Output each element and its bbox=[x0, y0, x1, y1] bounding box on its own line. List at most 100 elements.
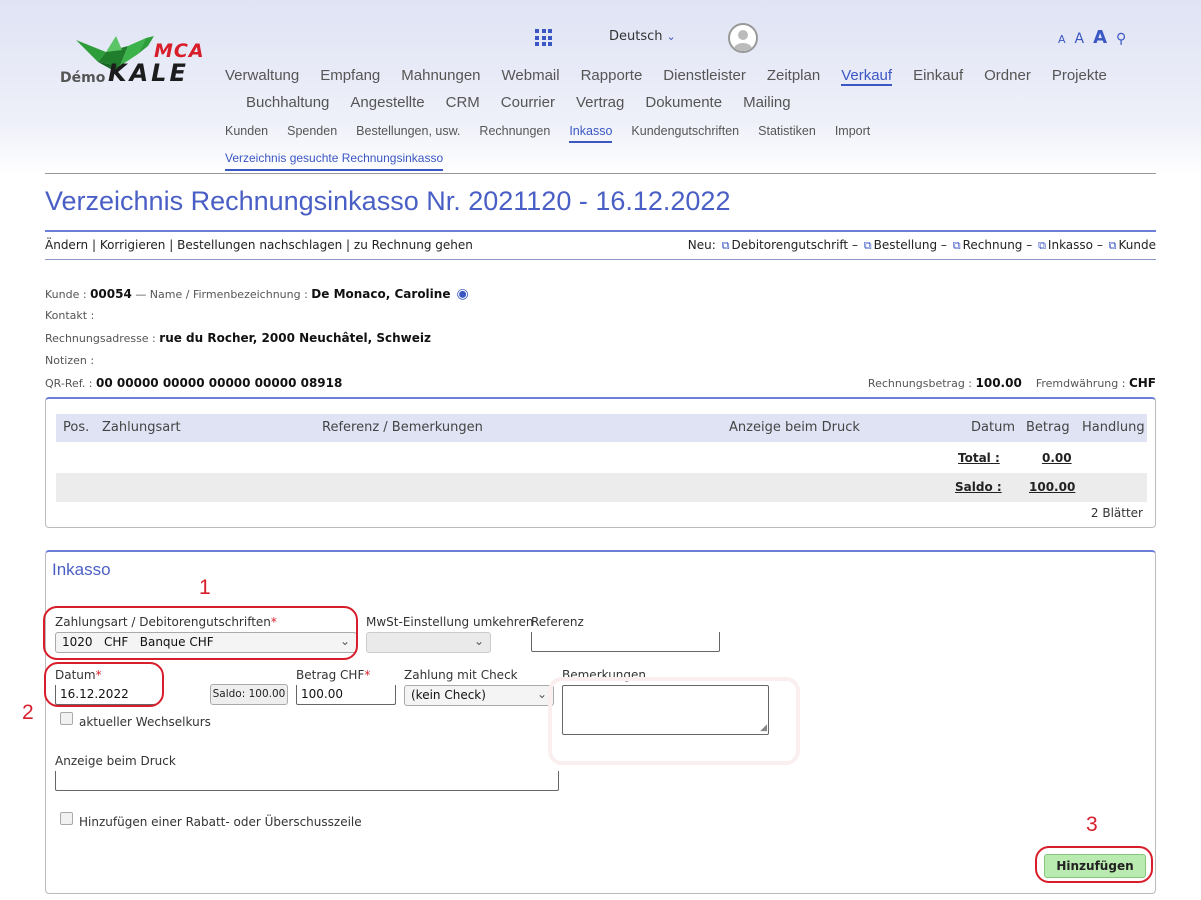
rabatt-label: Hinzufügen einer Rabatt- oder Überschuss… bbox=[79, 815, 362, 829]
total-row: Total : 0.00 bbox=[56, 444, 1147, 472]
chevron-down-icon: ⌄ bbox=[536, 687, 547, 701]
form-title: Inkasso bbox=[52, 560, 111, 579]
wechselkurs-label: aktueller Wechselkurs bbox=[79, 715, 211, 729]
nav-item-crm[interactable]: CRM bbox=[446, 94, 480, 111]
user-icon bbox=[734, 30, 752, 51]
subnav-rechnungen[interactable]: Rechnungen bbox=[479, 124, 550, 138]
saldo-value: 100.00 bbox=[1029, 480, 1076, 494]
total-label: Total : bbox=[958, 451, 1000, 465]
anzeige-label: Anzeige beim Druck bbox=[55, 754, 176, 768]
nav-item-projekte[interactable]: Projekte bbox=[1052, 67, 1107, 84]
chevron-down-icon: ⌄ bbox=[473, 634, 484, 648]
col-zahlungsart: Zahlungsart bbox=[102, 420, 181, 435]
mwst-select[interactable]: ⌄ bbox=[366, 632, 491, 653]
qr-label: QR-Ref. : bbox=[45, 377, 93, 390]
col-datum: Datum bbox=[971, 420, 1015, 435]
language-selector[interactable]: Deutsch ⌄ bbox=[609, 29, 676, 44]
subsub-nav-link[interactable]: Verzeichnis gesuchte Rechnungsinkasso bbox=[225, 151, 444, 171]
page-title: Verzeichnis Rechnungsinkasso Nr. 2021120… bbox=[45, 186, 731, 216]
annotation-number-3: 3 bbox=[1086, 813, 1098, 836]
wechselkurs-checkbox[interactable] bbox=[60, 712, 73, 725]
faint-highlight bbox=[548, 677, 800, 765]
eye-icon[interactable]: ◉ bbox=[456, 286, 468, 302]
annotation-circle-2 bbox=[44, 662, 164, 707]
col-referenz: Referenz / Bemerkungen bbox=[322, 420, 483, 435]
kontakt-label: Kontakt : bbox=[45, 309, 95, 322]
subnav-kundengutschriften[interactable]: Kundengutschriften bbox=[631, 124, 739, 138]
nav-item-einkauf[interactable]: Einkauf bbox=[913, 67, 963, 84]
nav-item-mahnungen[interactable]: Mahnungen bbox=[401, 67, 480, 84]
new-links: Neu: ⧉ Debitorengutschrift – ⧉ Bestellung … bbox=[687, 238, 1156, 252]
nav-item-ordner[interactable]: Ordner bbox=[984, 67, 1031, 84]
external-link-icon: ⧉ bbox=[1108, 239, 1117, 252]
action-links[interactable]: Ändern | Korrigieren | Bestellungen nach… bbox=[45, 238, 473, 252]
nav-item-buchhaltung[interactable]: Buchhaltung bbox=[246, 94, 329, 111]
adresse-label: Rechnungsadresse : bbox=[45, 332, 156, 345]
nav-item-zeitplan[interactable]: Zeitplan bbox=[767, 67, 820, 84]
nav-item-mailing[interactable]: Mailing bbox=[743, 94, 791, 111]
table-header: Pos. Zahlungsart Referenz / Bemerkungen … bbox=[56, 414, 1147, 442]
qr-line: QR-Ref. : 00 00000 00000 00000 00000 089… bbox=[45, 376, 342, 390]
external-link-icon: ⧉ bbox=[952, 239, 961, 252]
font-size-medium-button[interactable]: A bbox=[1075, 31, 1085, 47]
customer-line: Kunde : 00054 — Name / Firmenbezeichnung… bbox=[45, 286, 469, 302]
nav-item-verwaltung[interactable]: Verwaltung bbox=[225, 67, 299, 84]
nav-item-rapporte[interactable]: Rapporte bbox=[581, 67, 643, 84]
nav-item-vertrag[interactable]: Vertrag bbox=[576, 94, 624, 111]
rabatt-checkbox[interactable] bbox=[60, 812, 73, 825]
new-link-bestellung[interactable]: Bestellung bbox=[874, 238, 937, 252]
search-icon[interactable]: ⚲ bbox=[1116, 31, 1126, 47]
betrag-label: Rechnungsbetrag : bbox=[867, 377, 972, 390]
referenz-input[interactable] bbox=[531, 632, 720, 652]
divider bbox=[45, 173, 1156, 174]
subnav-import[interactable]: Import bbox=[835, 124, 870, 138]
nav-item-empfang[interactable]: Empfang bbox=[320, 67, 380, 84]
new-link-inkasso[interactable]: Inkasso bbox=[1048, 238, 1093, 252]
user-avatar[interactable] bbox=[728, 23, 758, 53]
new-link-debitorengutschrift[interactable]: Debitorengutschrift bbox=[731, 238, 848, 252]
new-link-kunde[interactable]: Kunde bbox=[1119, 238, 1156, 252]
name-value: De Monaco, Caroline bbox=[311, 287, 451, 301]
saldo-label: Saldo : bbox=[955, 480, 1002, 494]
nav-item-dokumente[interactable]: Dokumente bbox=[645, 94, 722, 111]
saldo-button[interactable]: Saldo: 100.00 bbox=[210, 684, 288, 705]
check-label: Zahlung mit Check bbox=[404, 668, 518, 682]
sub-nav: Kunden Spenden Bestellungen, usw. Rechnunge… bbox=[225, 124, 889, 143]
sheet-count: 2 Blätter bbox=[1090, 506, 1143, 520]
app-logo[interactable]: MCA Démo KALE bbox=[58, 32, 218, 102]
font-size-small-button[interactable]: A bbox=[1058, 33, 1066, 46]
subnav-spenden[interactable]: Spenden bbox=[287, 124, 337, 138]
annotation-number-2: 2 bbox=[22, 701, 34, 724]
qr-value: 00 00000 00000 00000 00000 08918 bbox=[96, 376, 343, 390]
total-value: 0.00 bbox=[1042, 451, 1072, 465]
amount-info: Rechnungsbetrag : 100.00 Fremdwährung : … bbox=[868, 376, 1156, 390]
payments-table: Pos. Zahlungsart Referenz / Bemerkungen … bbox=[45, 397, 1156, 528]
notizen-label: Notizen : bbox=[45, 354, 95, 367]
subnav-bestellungen[interactable]: Bestellungen, usw. bbox=[356, 124, 460, 138]
anzeige-input[interactable] bbox=[55, 771, 559, 791]
col-handlung: Handlung bbox=[1082, 420, 1145, 435]
font-size-large-button[interactable]: A bbox=[1093, 27, 1107, 48]
external-link-icon: ⧉ bbox=[1038, 239, 1046, 252]
address-line: Rechnungsadresse : rue du Rocher, 2000 N… bbox=[45, 331, 431, 345]
nav-item-verkauf[interactable]: Verkauf bbox=[841, 67, 893, 86]
annotation-circle-1 bbox=[43, 606, 358, 660]
subnav-inkasso[interactable]: Inkasso bbox=[569, 124, 613, 143]
referenz-label: Referenz bbox=[531, 615, 584, 629]
nav-item-courrier[interactable]: Courrier bbox=[501, 94, 555, 111]
subnav-kunden[interactable]: Kunden bbox=[225, 124, 268, 138]
new-link-rechnung[interactable]: Rechnung bbox=[963, 238, 1023, 252]
nav-item-dienstleister[interactable]: Dienstleister bbox=[663, 67, 746, 84]
nav-item-webmail[interactable]: Webmail bbox=[502, 67, 560, 84]
apps-grid-icon[interactable] bbox=[535, 29, 552, 46]
logo-kale-text: KALE bbox=[108, 59, 189, 87]
betrag-input[interactable]: 100.00 bbox=[296, 685, 396, 705]
saldo-row: Saldo : 100.00 bbox=[56, 473, 1147, 502]
subnav-statistiken[interactable]: Statistiken bbox=[758, 124, 816, 138]
title-underline bbox=[45, 230, 1156, 232]
betrag-label: Betrag CHF* bbox=[296, 668, 371, 682]
check-value: (kein Check) bbox=[411, 688, 486, 702]
annotation-number-1: 1 bbox=[199, 576, 211, 599]
nav-item-angestellte[interactable]: Angestellte bbox=[350, 94, 424, 111]
check-select[interactable]: (kein Check) ⌄ bbox=[404, 685, 554, 706]
